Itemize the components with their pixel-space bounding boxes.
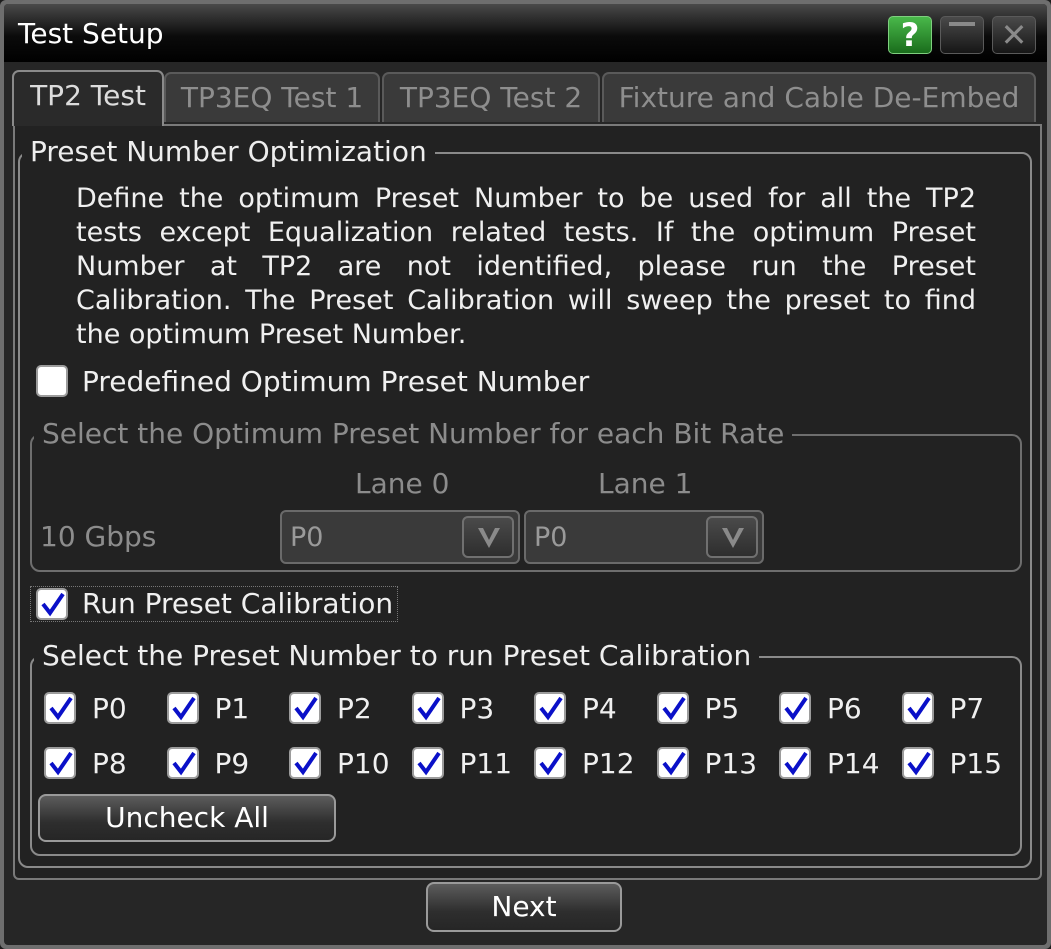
optimum-preset-legend: Select the Optimum Preset Number for eac… (34, 418, 793, 450)
lane0-dropdown-button[interactable] (462, 516, 514, 558)
lane1-header: Lane 1 (598, 467, 693, 500)
lane0-select[interactable]: P0 (280, 510, 520, 564)
close-button[interactable]: ✕ (992, 16, 1036, 54)
preset-label-p15: P15 (949, 747, 1003, 780)
preset-label-p8: P8 (92, 747, 127, 780)
bitrate-label: 10 Gbps (40, 520, 157, 553)
tab-tp3eq-test-2[interactable]: TP3EQ Test 2 (382, 72, 600, 122)
checkmark-icon (661, 751, 686, 776)
preset-checkbox-p7[interactable] (901, 692, 934, 724)
preset-checkbox-p4[interactable] (534, 692, 566, 724)
checkmark-icon (416, 696, 441, 721)
checkmark-icon (906, 751, 931, 776)
calibration-legend: Select the Preset Number to run Preset C… (34, 640, 760, 672)
preset-checkbox-p2[interactable] (289, 692, 321, 724)
next-button[interactable]: Next (426, 882, 622, 932)
test-setup-window: Test Setup ? ✕ TP2 Test TP3EQ Test 1 TP3… (0, 0, 1051, 949)
lane0-value: P0 (290, 522, 324, 553)
checkmark-icon (906, 696, 931, 721)
chevron-down-icon (722, 528, 744, 548)
uncheck-all-button[interactable]: Uncheck All (38, 794, 336, 842)
tab-tp3eq-test-1[interactable]: TP3EQ Test 1 (164, 72, 380, 122)
preset-label-p13: P13 (704, 747, 758, 780)
preset-checkbox-p12[interactable] (534, 747, 566, 779)
preset-label-p1: P1 (214, 692, 250, 725)
lane1-value: P0 (534, 522, 568, 553)
preset-checkbox-p5[interactable] (656, 692, 689, 724)
preset-checkbox-p10[interactable] (289, 747, 321, 779)
preset-checkbox-p1[interactable] (166, 692, 199, 724)
preset-checkbox-p6[interactable] (779, 692, 811, 724)
preset-label-p2: P2 (337, 692, 372, 725)
preset-label-p11: P11 (459, 747, 513, 780)
help-button[interactable]: ? (888, 16, 932, 54)
preset-label-p10: P10 (337, 747, 390, 780)
preset-label-p6: P6 (827, 692, 862, 725)
preset-checkbox-p9[interactable] (166, 747, 199, 779)
run-calibration-checkbox[interactable] (36, 588, 68, 620)
preset-label-p7: P7 (949, 692, 985, 725)
checkmark-icon (171, 696, 196, 721)
tab-tp2-test[interactable]: TP2 Test (12, 70, 164, 126)
lane1-select[interactable]: P0 (524, 510, 764, 564)
lane1-dropdown-button[interactable] (706, 516, 758, 558)
tab-fixture-cable-de-embed[interactable]: Fixture and Cable De-Embed (602, 72, 1036, 122)
help-icon: ? (900, 16, 920, 54)
checkmark-icon (784, 696, 808, 721)
checkmark-icon (661, 696, 686, 721)
predefined-checkbox[interactable] (36, 365, 68, 397)
preset-checkbox-p14[interactable] (779, 747, 811, 779)
minimize-button[interactable] (940, 16, 984, 54)
preset-checkbox-p0[interactable] (44, 692, 76, 724)
preset-optimization-legend: Preset Number Optimization (22, 136, 435, 168)
preset-label-p9: P9 (214, 747, 250, 780)
preset-checkbox-p15[interactable] (901, 747, 934, 779)
preset-checkbox-p13[interactable] (656, 747, 689, 779)
preset-label-p5: P5 (704, 692, 740, 725)
predefined-label[interactable]: Predefined Optimum Preset Number (82, 366, 589, 398)
preset-label-p0: P0 (92, 692, 127, 725)
checkmark-icon (41, 592, 65, 617)
run-calibration-label[interactable]: Run Preset Calibration (82, 588, 393, 620)
preset-checkbox-p8[interactable] (44, 747, 76, 779)
preset-label-p4: P4 (582, 692, 617, 725)
preset-checkbox-p11[interactable] (411, 747, 444, 779)
checkmark-icon (294, 751, 318, 776)
checkmark-icon (539, 696, 563, 721)
close-icon: ✕ (1000, 16, 1028, 54)
title-bar[interactable]: Test Setup ? ✕ (4, 4, 1047, 62)
preset-checkbox-p3[interactable] (411, 692, 444, 724)
preset-label-p3: P3 (459, 692, 495, 725)
lane0-header: Lane 0 (355, 467, 450, 500)
checkmark-icon (539, 751, 563, 776)
checkmark-icon (49, 696, 73, 721)
preset-label-p12: P12 (582, 747, 635, 780)
window-title: Test Setup (18, 17, 164, 50)
checkmark-icon (294, 696, 318, 721)
checkmark-icon (49, 751, 73, 776)
checkmark-icon (416, 751, 441, 776)
description-text: Define the optimum Preset Number to be u… (76, 183, 976, 350)
checkmark-icon (784, 751, 808, 776)
preset-label-p14: P14 (827, 747, 880, 780)
checkmark-icon (171, 751, 196, 776)
chevron-down-icon (478, 528, 500, 548)
